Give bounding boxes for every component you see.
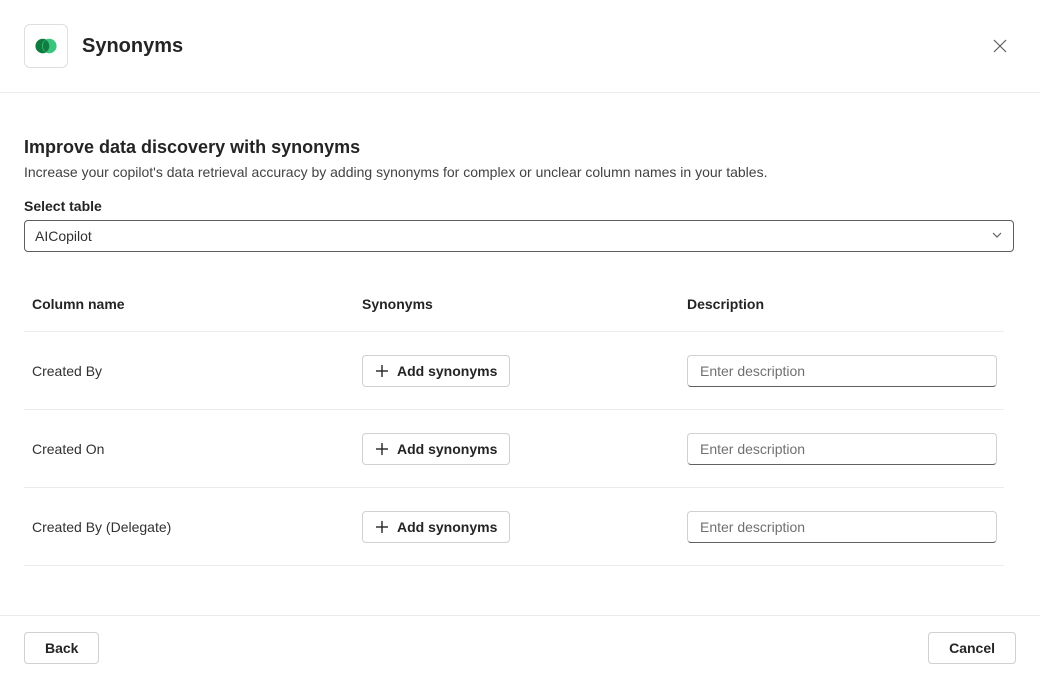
table-header-row: Column name Synonyms Description (24, 276, 1004, 332)
add-synonyms-button[interactable]: Add synonyms (362, 511, 510, 543)
dataverse-icon (33, 33, 59, 59)
synonyms-dialog: Synonyms Improve data discovery with syn… (0, 0, 1040, 680)
add-synonyms-label: Add synonyms (397, 363, 497, 379)
columns-table: Column name Synonyms Description Created… (24, 276, 1016, 615)
dialog-header: Synonyms (0, 0, 1040, 93)
add-synonyms-label: Add synonyms (397, 441, 497, 457)
column-name-cell: Created By (Delegate) (32, 519, 362, 535)
column-name-cell: Created On (32, 441, 362, 457)
select-table-dropdown[interactable]: AICopilot (24, 220, 1014, 252)
description-input[interactable] (687, 433, 997, 465)
table-row: Created By (Delegate) Add synonyms (24, 488, 1004, 566)
close-button[interactable] (984, 30, 1016, 62)
add-synonyms-button[interactable]: Add synonyms (362, 355, 510, 387)
back-button[interactable]: Back (24, 632, 99, 664)
select-table-value: AICopilot (35, 228, 92, 244)
plus-icon (375, 442, 389, 456)
description-input[interactable] (687, 355, 997, 387)
cancel-button[interactable]: Cancel (928, 632, 1016, 664)
close-icon (992, 38, 1008, 54)
plus-icon (375, 520, 389, 534)
section-title: Improve data discovery with synonyms (24, 137, 1016, 158)
chevron-down-icon (991, 228, 1003, 244)
table-row: Created On Add synonyms (24, 410, 1004, 488)
table-row: Created By Add synonyms (24, 332, 1004, 410)
col-header-description: Description (687, 296, 996, 312)
dialog-title: Synonyms (82, 35, 970, 58)
add-synonyms-button[interactable]: Add synonyms (362, 433, 510, 465)
plus-icon (375, 364, 389, 378)
app-icon (24, 24, 68, 68)
col-header-synonyms: Synonyms (362, 296, 687, 312)
dialog-footer: Back Cancel (0, 615, 1040, 680)
description-input[interactable] (687, 511, 997, 543)
column-name-cell: Created By (32, 363, 362, 379)
dialog-body: Improve data discovery with synonyms Inc… (0, 93, 1040, 615)
scroll-fade (24, 575, 1016, 615)
section-subtitle: Increase your copilot's data retrieval a… (24, 164, 1016, 180)
select-table-label: Select table (24, 198, 1016, 214)
add-synonyms-label: Add synonyms (397, 519, 497, 535)
col-header-name: Column name (32, 296, 362, 312)
